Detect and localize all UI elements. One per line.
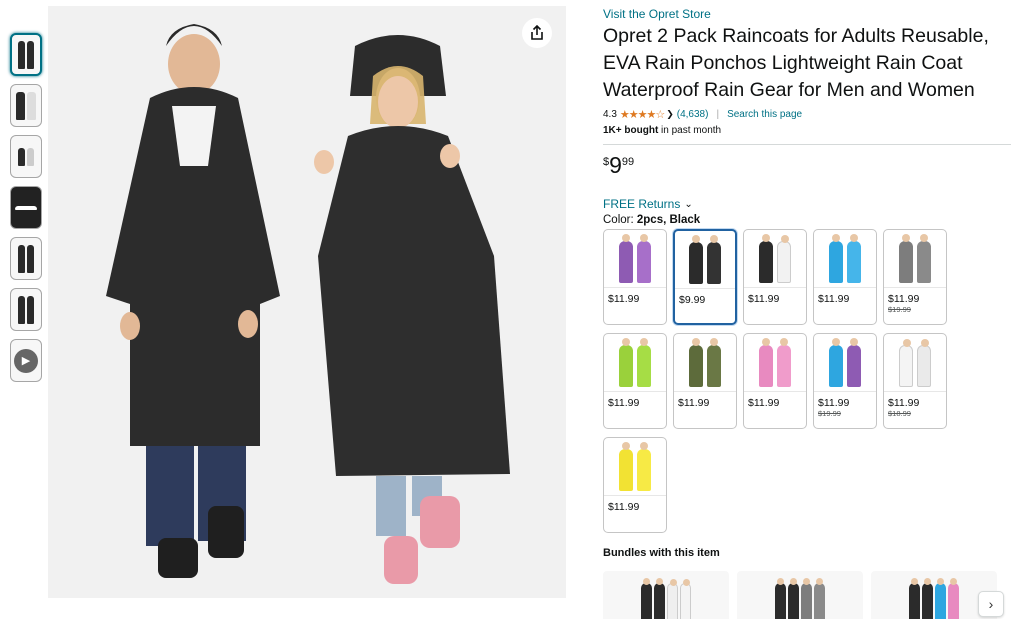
swatch-price: $9.99 [679,294,706,306]
swatch-price: $11.99 [608,501,640,513]
product-title: Opret 2 Pack Raincoats for Adults Reusab… [603,25,989,101]
swatch-price: $11.99 [608,293,640,305]
color-swatch[interactable]: $11.99 [603,229,667,325]
thumbnail-video[interactable]: ▶ [10,339,42,382]
swatch-image [604,438,666,496]
color-swatch[interactable]: $11.99 [673,333,737,429]
swatch-list-price: $18.99 [888,409,911,418]
free-returns-label: FREE Returns [603,197,681,211]
separator: | [716,109,720,120]
play-icon: ▶ [14,348,38,373]
rating-value: 4.3 [603,109,617,120]
chevron-down-icon: ⌄ [684,198,693,210]
woman-figure [314,35,510,584]
free-returns-link[interactable]: FREE Returns ⌄ [603,197,1013,211]
color-value: 2pcs, Black [636,214,701,226]
swatch-image [744,334,806,392]
share-icon [531,25,543,40]
bundle-item[interactable] [737,571,863,619]
chevron-down-icon[interactable]: ❯ [666,109,674,120]
color-swatch[interactable]: $9.99 [673,229,737,325]
thumbnail-2[interactable] [10,84,42,127]
color-label: Color: 2pcs, Black [603,214,701,226]
bundle-item[interactable] [603,571,729,619]
swatch-image [604,334,666,392]
swatch-price: $11.99 [888,293,920,305]
swatch-list-price: $19.99 [818,409,841,418]
divider [603,144,1011,145]
swatch-image [675,231,735,289]
swatch-price: $11.99 [748,293,780,305]
store-link[interactable]: Visit the Opret Store [603,7,1013,21]
star-rating-icon[interactable]: ★★★★☆ [620,108,665,121]
swatch-price: $11.99 [678,397,710,409]
color-swatch[interactable]: $11.99 $19.99 [883,229,947,325]
color-swatch[interactable]: $11.99 [603,333,667,429]
swatch-image [604,230,666,288]
bought-count: 1K+ bought in past month [603,125,722,136]
rating-row: 4.3 ★★★★☆ ❯ (4,638) | Search this page [603,108,1013,121]
color-swatch[interactable]: $11.99 $19.99 [813,333,877,429]
color-swatch[interactable]: $11.99 [743,229,807,325]
share-button[interactable] [522,18,552,48]
product-photo [106,24,510,584]
price-whole: 9 [609,152,622,178]
price-fraction: 99 [621,156,635,168]
color-swatches: $11.99 $9.99 $11.99 $11.99 $11.99 $19.99 $11.9… [603,229,953,533]
thumbnail-1[interactable] [10,33,42,76]
swatch-image [884,230,946,288]
color-swatch[interactable]: $11.99 [813,229,877,325]
bundles-title: Bundles with this item [603,547,720,559]
product-details: Visit the Opret Store Opret 2 Pack Rainc… [603,6,1013,619]
thumbnail-4[interactable] [10,186,42,229]
swatch-list-price: $19.99 [888,305,911,314]
swatch-image [744,230,806,288]
swatch-price: $11.99 [818,293,850,305]
swatch-price: $11.99 [608,397,640,409]
thumbnail-6[interactable] [10,288,42,331]
carousel-next-button[interactable]: › [978,591,1004,617]
swatch-price: $11.99 [888,397,920,409]
color-swatch[interactable]: $11.99 $18.99 [883,333,947,429]
thumbnail-3[interactable] [10,135,42,178]
swatch-price: $11.99 [818,397,850,409]
price: $ 9 99 [603,153,1013,177]
swatch-image [884,334,946,392]
main-product-image[interactable] [48,6,566,598]
search-this-page-link[interactable]: Search this page [727,109,802,120]
swatch-image [814,334,876,392]
color-swatch[interactable]: $11.99 [743,333,807,429]
color-swatch[interactable]: $11.99 [603,437,667,533]
bundles-carousel: › [603,571,1013,619]
thumbnail-5[interactable] [10,237,42,280]
swatch-price: $11.99 [748,397,780,409]
swatch-image [814,230,876,288]
swatch-image [674,334,736,392]
thumbnail-strip: ▶ [10,33,42,390]
review-count-link[interactable]: (4,638) [677,109,709,120]
man-figure [106,24,280,578]
